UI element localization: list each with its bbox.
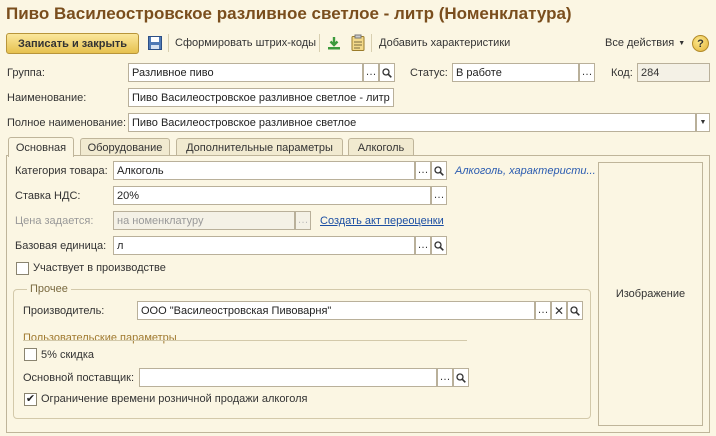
toolbar-separator bbox=[371, 34, 372, 52]
save-and-close-button[interactable]: Записать и закрыть bbox=[6, 33, 139, 54]
download-icon[interactable] bbox=[326, 35, 342, 51]
other-group-title: Прочее bbox=[27, 283, 71, 295]
toolbar-separator bbox=[319, 34, 320, 52]
status-field[interactable]: В работе bbox=[452, 63, 579, 82]
vat-rate-label: Ставка НДС: bbox=[15, 190, 81, 202]
retail-time-limit-label: Ограничение времени розничной продажи ал… bbox=[41, 393, 308, 405]
producer-search-icon[interactable] bbox=[567, 301, 583, 320]
producer-field[interactable]: ООО "Василеостровская Пивоварня" bbox=[137, 301, 535, 320]
price-set-select-button: … bbox=[295, 211, 311, 230]
full-name-label: Полное наименование: bbox=[7, 117, 127, 129]
producer-clear-icon[interactable]: ✕ bbox=[551, 301, 567, 320]
full-name-dropdown-icon[interactable]: ▼ bbox=[696, 113, 710, 132]
status-label: Статус: bbox=[410, 67, 448, 79]
name-field[interactable]: Пиво Василеостровское разливное светлое … bbox=[128, 88, 394, 107]
group-search-icon[interactable] bbox=[379, 63, 395, 82]
retail-time-limit-checkbox[interactable]: ✔ bbox=[24, 393, 37, 406]
category-label: Категория товара: bbox=[15, 165, 108, 177]
category-field[interactable]: Алкоголь bbox=[113, 161, 415, 180]
production-label: Участвует в производстве bbox=[33, 262, 166, 274]
group-field[interactable]: Разливное пиво bbox=[128, 63, 363, 82]
dropdown-arrow-icon: ▼ bbox=[678, 39, 686, 47]
group-label: Группа: bbox=[7, 67, 45, 79]
user-parameters-title: Пользовательские параметры bbox=[23, 332, 177, 344]
main-supplier-select-button[interactable]: … bbox=[437, 368, 453, 387]
status-select-button[interactable]: … bbox=[579, 63, 595, 82]
save-icon[interactable] bbox=[147, 35, 163, 51]
add-characteristics-button[interactable]: Добавить характеристики bbox=[379, 37, 510, 49]
code-label: Код: bbox=[611, 67, 633, 79]
main-supplier-search-icon[interactable] bbox=[453, 368, 469, 387]
base-unit-search-icon[interactable] bbox=[431, 236, 447, 255]
code-field[interactable]: 284 bbox=[637, 63, 710, 82]
discount-checkbox[interactable] bbox=[24, 348, 37, 361]
category-search-icon[interactable] bbox=[431, 161, 447, 180]
all-actions-menu[interactable]: Все действия ▼ bbox=[605, 37, 685, 49]
producer-label: Производитель: bbox=[23, 305, 105, 317]
base-unit-field[interactable]: л bbox=[113, 236, 415, 255]
category-select-button[interactable]: … bbox=[415, 161, 431, 180]
toolbar-separator bbox=[168, 34, 169, 52]
window-title: Пиво Василеостровское разливное светлое … bbox=[6, 4, 572, 23]
main-supplier-field[interactable] bbox=[139, 368, 437, 387]
discount-label: 5% скидка bbox=[41, 349, 95, 361]
tab-main[interactable]: Основная bbox=[8, 137, 74, 157]
group-select-button[interactable]: … bbox=[363, 63, 379, 82]
tab-equipment[interactable]: Оборудование bbox=[80, 138, 170, 156]
tab-additional-parameters[interactable]: Дополнительные параметры bbox=[176, 138, 343, 156]
full-name-field[interactable]: Пиво Василеостровское разливное светлое bbox=[128, 113, 696, 132]
checkmark-icon: ✔ bbox=[25, 393, 36, 405]
producer-select-button[interactable]: … bbox=[535, 301, 551, 320]
vat-rate-field[interactable]: 20% bbox=[113, 186, 431, 205]
production-checkbox[interactable] bbox=[16, 262, 29, 275]
alcohol-characteristics-link[interactable]: Алкоголь, характеристи... bbox=[455, 165, 596, 177]
name-label: Наименование: bbox=[7, 92, 87, 104]
price-set-field: на номенклатуру bbox=[113, 211, 295, 230]
base-unit-select-button[interactable]: … bbox=[415, 236, 431, 255]
clipboard-icon[interactable] bbox=[350, 34, 366, 51]
all-actions-label: Все действия bbox=[605, 37, 675, 49]
generate-barcodes-button[interactable]: Сформировать штрих-коды bbox=[175, 37, 316, 49]
help-button[interactable]: ? bbox=[692, 35, 709, 52]
vat-rate-select-button[interactable]: … bbox=[431, 186, 447, 205]
tab-alcohol[interactable]: Алкоголь bbox=[348, 138, 414, 156]
image-placeholder[interactable]: Изображение bbox=[598, 162, 703, 426]
image-label: Изображение bbox=[615, 288, 686, 300]
price-set-label: Цена задается: bbox=[15, 215, 94, 227]
main-supplier-label: Основной поставщик: bbox=[23, 372, 134, 384]
user-parameters-divider bbox=[23, 340, 467, 341]
create-revaluation-link[interactable]: Создать акт переоценки bbox=[320, 215, 444, 227]
base-unit-label: Базовая единица: bbox=[15, 240, 107, 252]
